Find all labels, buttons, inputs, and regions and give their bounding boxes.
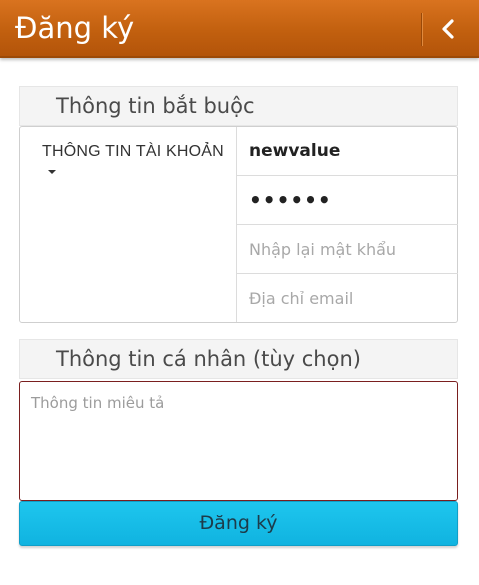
app-header: Đăng ký <box>0 0 479 58</box>
chevron-left-icon <box>442 19 454 39</box>
personal-section-header: Thông tin cá nhân (tùy chọn) <box>19 339 458 379</box>
register-button[interactable]: Đăng ký <box>19 501 458 546</box>
required-section-header: Thông tin bắt buộc <box>19 86 458 126</box>
description-textarea[interactable]: Thông tin miêu tả <box>19 381 458 501</box>
caret-down-icon <box>48 170 56 175</box>
page-title: Đăng ký <box>15 11 135 45</box>
account-type-label: THÔNG TIN TÀI KHOẢN <box>42 143 224 160</box>
confirm-password-placeholder: Nhập lại mật khẩu <box>249 240 397 259</box>
account-info-group: THÔNG TIN TÀI KHOẢN newvalue •••••• Nhập… <box>19 126 458 323</box>
email-field[interactable]: Địa chỉ email <box>237 274 458 323</box>
header-divider <box>421 13 423 46</box>
password-value: •••••• <box>249 188 332 212</box>
password-field[interactable]: •••••• <box>237 176 458 225</box>
email-placeholder: Địa chỉ email <box>249 289 354 308</box>
description-placeholder: Thông tin miêu tả <box>31 394 165 412</box>
username-field[interactable]: newvalue <box>237 127 458 176</box>
username-value: newvalue <box>249 141 341 161</box>
confirm-password-field[interactable]: Nhập lại mật khẩu <box>237 225 458 274</box>
back-button[interactable] <box>425 8 471 50</box>
account-type-dropdown[interactable]: THÔNG TIN TÀI KHOẢN <box>20 127 237 322</box>
